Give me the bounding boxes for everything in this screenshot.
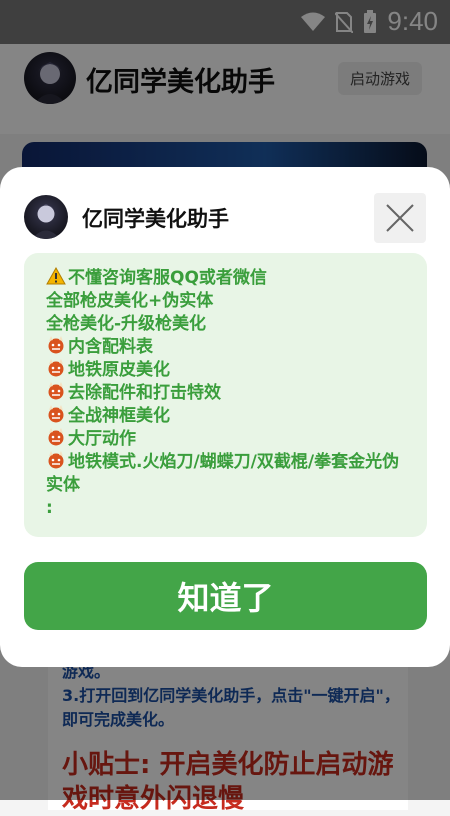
notice-line-text: 全部枪皮美化+伪实体 (46, 291, 214, 311)
notice-line: 内含配料表 (46, 336, 416, 359)
ogre-icon (46, 359, 66, 377)
notice-content: 不懂咨询客服QQ或者微信全部枪皮美化+伪实体 全枪美化-升级枪美化内含配料表地铁原… (24, 253, 427, 537)
notice-line-text: 全枪美化-升级枪美化 (46, 314, 207, 334)
ogre-icon (46, 382, 66, 400)
got-it-button[interactable]: 知道了 (24, 562, 427, 630)
dialog-title: 亿同学美化助手 (82, 207, 229, 231)
notice-line: 全部枪皮美化+伪实体 (46, 290, 416, 313)
notice-line-text: 去除配件和打击特效 (68, 383, 221, 403)
ogre-icon (46, 405, 66, 423)
warning-icon (46, 266, 66, 285)
notice-line-text: 内含配料表 (68, 337, 153, 357)
ogre-icon (46, 451, 66, 469)
notice-line: : (46, 497, 416, 520)
notice-line: 去除配件和打击特效 (46, 382, 416, 405)
notice-line-text: 不懂咨询客服QQ或者微信 (68, 268, 267, 288)
notice-line-text: : (46, 498, 53, 518)
notice-text: 不懂咨询客服QQ或者微信全部枪皮美化+伪实体 全枪美化-升级枪美化内含配料表地铁原… (46, 266, 416, 520)
notice-line: 全战神框美化 (46, 405, 416, 428)
notice-line-text: 大厅动作 (68, 429, 136, 449)
close-button[interactable] (374, 193, 426, 243)
notice-line: 不懂咨询客服QQ或者微信 (46, 266, 416, 290)
notice-line: 地铁模式.火焰刀/蝴蝶刀/双截棍/拳套金光伪实体 (46, 451, 416, 497)
notice-line: 大厅动作 (46, 428, 416, 451)
ogre-icon (46, 336, 66, 354)
ogre-icon (46, 428, 66, 446)
notice-line: 全枪美化-升级枪美化 (46, 313, 416, 336)
notice-line-text: 地铁原皮美化 (68, 360, 170, 380)
notice-line-text: 全战神框美化 (68, 406, 170, 426)
notice-line: 地铁原皮美化 (46, 359, 416, 382)
notice-line-text: 地铁模式.火焰刀/蝴蝶刀/双截棍/拳套金光伪实体 (46, 452, 400, 495)
close-icon (386, 204, 414, 232)
notice-dialog: 亿同学美化助手 不懂咨询客服QQ或者微信全部枪皮美化+伪实体 全枪美化-升级枪美化… (0, 167, 450, 667)
dialog-avatar (24, 195, 68, 239)
